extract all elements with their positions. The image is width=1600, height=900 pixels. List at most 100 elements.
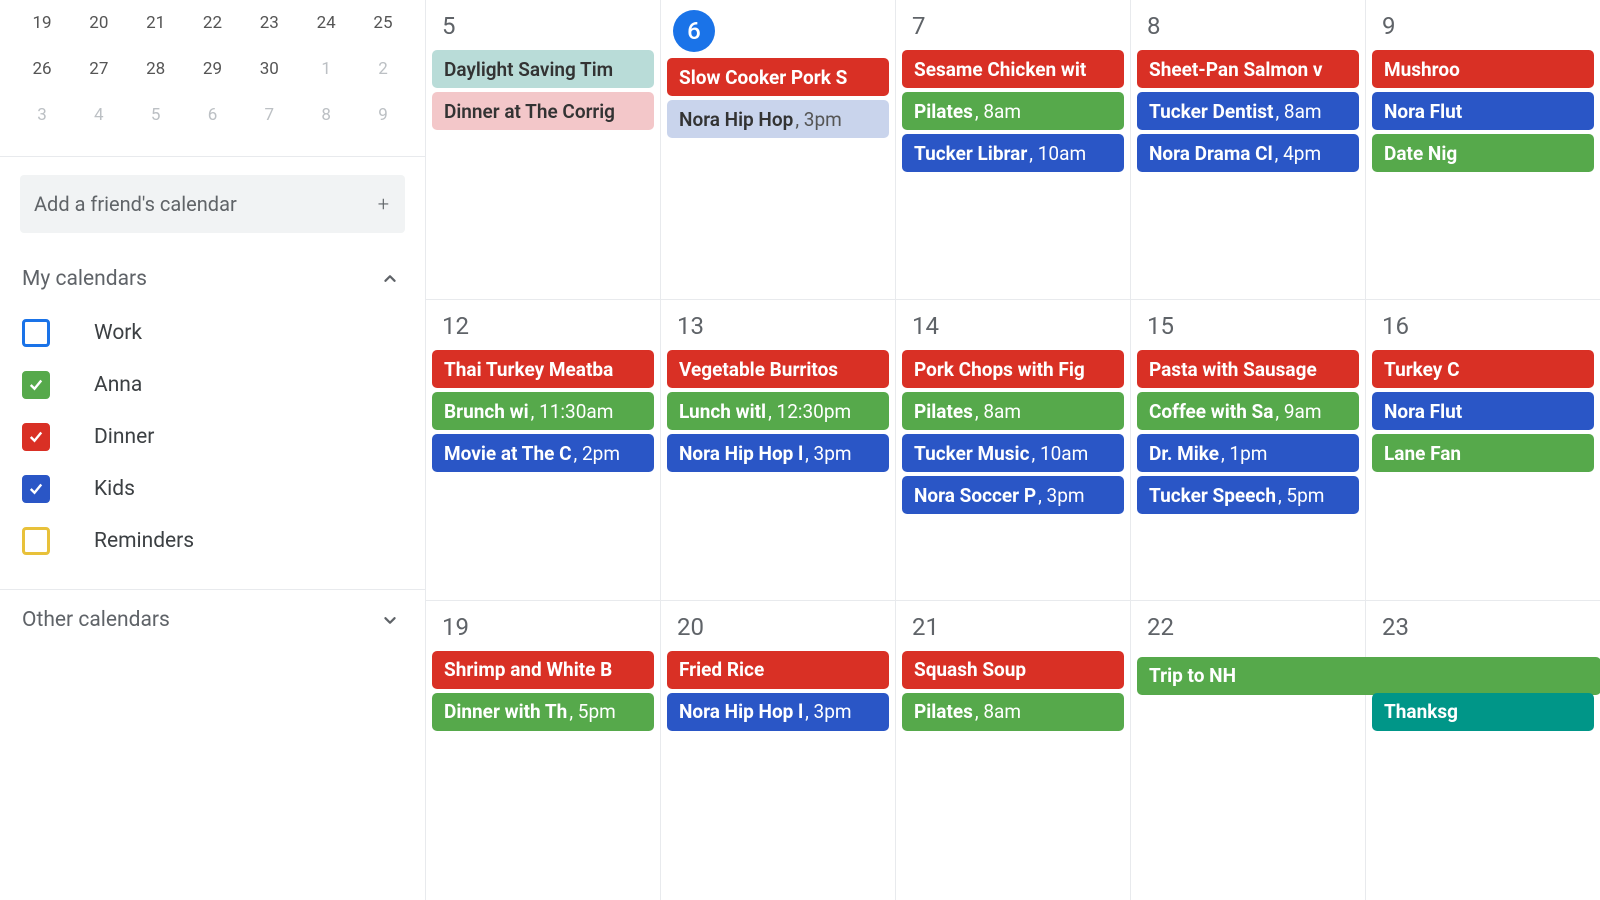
event[interactable]: Date Nig <box>1372 134 1594 172</box>
event[interactable]: Tucker Dentist, 8am <box>1137 92 1359 130</box>
mini-cal-day[interactable]: 19 <box>16 0 68 46</box>
event[interactable]: Squash Soup <box>902 651 1124 689</box>
day-cell[interactable]: 13Vegetable BurritosLunch witl, 12:30pmN… <box>661 300 896 599</box>
calendar-item-dinner[interactable]: Dinner <box>0 411 425 463</box>
divider <box>0 156 425 157</box>
event[interactable]: Nora Hip Hop l, 3pm <box>667 434 889 472</box>
event[interactable]: Lunch witl, 12:30pm <box>667 392 889 430</box>
event[interactable]: Turkey C <box>1372 350 1594 388</box>
event[interactable]: Thanksg <box>1372 693 1594 731</box>
event[interactable]: Brunch wi, 11:30am <box>432 392 654 430</box>
mini-cal-day[interactable]: 25 <box>357 0 409 46</box>
mini-cal-day[interactable]: 7 <box>243 92 295 138</box>
event[interactable]: Tucker Librar, 10am <box>902 134 1124 172</box>
mini-cal-day[interactable]: 5 <box>130 92 182 138</box>
event[interactable]: Sesame Chicken wit <box>902 50 1124 88</box>
day-number: 19 <box>432 607 479 651</box>
event[interactable]: Fried Rice <box>667 651 889 689</box>
day-cell[interactable]: 14Pork Chops with FigPilates, 8amTucker … <box>896 300 1131 599</box>
event-title: Nora Flut <box>1384 100 1462 123</box>
other-calendars-header[interactable]: Other calendars <box>0 598 425 642</box>
event[interactable]: Daylight Saving Tim <box>432 50 654 88</box>
event[interactable]: Vegetable Burritos <box>667 350 889 388</box>
mini-cal-day[interactable]: 4 <box>73 92 125 138</box>
event[interactable]: Nora Flut <box>1372 92 1594 130</box>
day-cell[interactable]: 20Fried RiceNora Hip Hop l, 3pm <box>661 601 896 900</box>
event[interactable]: Tucker Speech, 5pm <box>1137 476 1359 514</box>
event[interactable]: Pilates, 8am <box>902 693 1124 731</box>
mini-cal-day[interactable]: 29 <box>186 46 238 92</box>
event-title: Dinner at The Corrig <box>444 100 615 123</box>
day-cell[interactable]: 22Trip to NH <box>1131 601 1366 900</box>
my-calendars-header[interactable]: My calendars <box>0 257 425 301</box>
calendar-checkbox[interactable] <box>22 371 50 399</box>
event-title: Tucker Music <box>914 442 1030 465</box>
event[interactable]: Dr. Mike, 1pm <box>1137 434 1359 472</box>
mini-cal-day[interactable]: 26 <box>16 46 68 92</box>
event[interactable]: Nora Soccer P, 3pm <box>902 476 1124 514</box>
day-cell[interactable]: 23Thanksg <box>1366 601 1600 900</box>
mini-cal-day[interactable]: 21 <box>130 0 182 46</box>
calendar-checkbox[interactable] <box>22 475 50 503</box>
mini-cal-day[interactable]: 9 <box>357 92 409 138</box>
event[interactable]: Dinner at The Corrig <box>432 92 654 130</box>
mini-cal-day[interactable]: 6 <box>186 92 238 138</box>
event-title: Pork Chops with Fig <box>914 358 1085 381</box>
mini-cal-day[interactable]: 20 <box>73 0 125 46</box>
event[interactable]: Thai Turkey Meatba <box>432 350 654 388</box>
mini-cal-day[interactable]: 23 <box>243 0 295 46</box>
event[interactable]: Sheet-Pan Salmon v <box>1137 50 1359 88</box>
other-calendars-label: Other calendars <box>22 608 170 632</box>
day-cell[interactable]: 6Slow Cooker Pork SNora Hip Hop, 3pm <box>661 0 896 299</box>
calendar-item-kids[interactable]: Kids <box>0 463 425 515</box>
calendar-name: Dinner <box>94 425 154 449</box>
event[interactable]: Movie at The C, 2pm <box>432 434 654 472</box>
event[interactable]: Lane Fan <box>1372 434 1594 472</box>
calendar-item-reminders[interactable]: Reminders <box>0 515 425 567</box>
add-friend-calendar[interactable]: Add a friend's calendar + <box>20 175 405 233</box>
mini-cal-day[interactable]: 22 <box>186 0 238 46</box>
mini-cal-day[interactable]: 27 <box>73 46 125 92</box>
calendar-item-anna[interactable]: Anna <box>0 359 425 411</box>
mini-cal-day[interactable]: 24 <box>300 0 352 46</box>
event[interactable]: Tucker Music, 10am <box>902 434 1124 472</box>
plus-icon[interactable]: + <box>378 194 389 214</box>
event[interactable]: Mushroo <box>1372 50 1594 88</box>
day-cell[interactable]: 9MushrooNora FlutDate Nig <box>1366 0 1600 299</box>
event[interactable]: Nora Hip Hop l, 3pm <box>667 693 889 731</box>
mini-cal-day[interactable]: 1 <box>300 46 352 92</box>
event[interactable]: Nora Flut <box>1372 392 1594 430</box>
mini-cal-day[interactable]: 28 <box>130 46 182 92</box>
day-cell[interactable]: 8Sheet-Pan Salmon vTucker Dentist, 8amNo… <box>1131 0 1366 299</box>
calendar-checkbox[interactable] <box>22 423 50 451</box>
day-cell[interactable]: 16Turkey CNora FlutLane Fan <box>1366 300 1600 599</box>
event[interactable]: Shrimp and White B <box>432 651 654 689</box>
calendar-checkbox[interactable] <box>22 319 50 347</box>
event-time: , 3pm <box>805 700 851 723</box>
chevron-down-icon <box>379 609 401 631</box>
event[interactable]: Slow Cooker Pork S <box>667 58 889 96</box>
event[interactable]: Pilates, 8am <box>902 92 1124 130</box>
day-cell[interactable]: 21Squash SoupPilates, 8am <box>896 601 1131 900</box>
day-cell[interactable]: 5Daylight Saving TimDinner at The Corrig <box>426 0 661 299</box>
event[interactable]: Nora Drama Cl, 4pm <box>1137 134 1359 172</box>
day-cell[interactable]: 7Sesame Chicken witPilates, 8amTucker Li… <box>896 0 1131 299</box>
event[interactable]: Nora Hip Hop, 3pm <box>667 100 889 138</box>
mini-cal-day[interactable]: 2 <box>357 46 409 92</box>
day-cell[interactable]: 15Pasta with SausageCoffee with Sa, 9amD… <box>1131 300 1366 599</box>
event-title: Nora Flut <box>1384 400 1462 423</box>
event-title: Sesame Chicken wit <box>914 58 1086 81</box>
mini-cal-day[interactable]: 8 <box>300 92 352 138</box>
event[interactable]: Pork Chops with Fig <box>902 350 1124 388</box>
mini-cal-day[interactable]: 30 <box>243 46 295 92</box>
event[interactable]: Coffee with Sa, 9am <box>1137 392 1359 430</box>
event[interactable]: Pilates, 8am <box>902 392 1124 430</box>
calendar-checkbox[interactable] <box>22 527 50 555</box>
mini-cal-day[interactable]: 3 <box>16 92 68 138</box>
event[interactable]: Dinner with Th, 5pm <box>432 693 654 731</box>
calendar-item-work[interactable]: Work <box>0 307 425 359</box>
event-title: Vegetable Burritos <box>679 358 838 381</box>
day-cell[interactable]: 19Shrimp and White B Dinner with Th, 5pm <box>426 601 661 900</box>
event[interactable]: Pasta with Sausage <box>1137 350 1359 388</box>
day-cell[interactable]: 12Thai Turkey MeatbaBrunch wi, 11:30amMo… <box>426 300 661 599</box>
